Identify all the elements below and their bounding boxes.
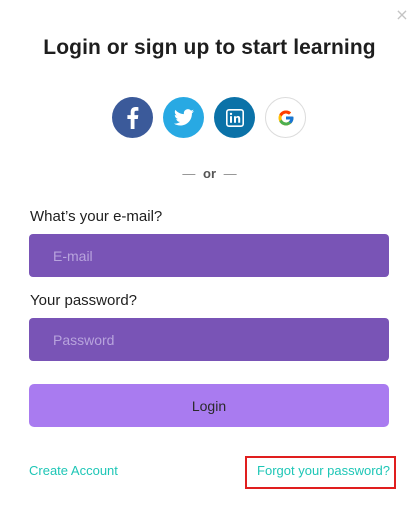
password-label: Your password?	[30, 292, 138, 309]
google-icon	[278, 110, 293, 125]
facebook-icon	[127, 106, 139, 129]
or-separator: — or —	[0, 166, 419, 181]
close-button[interactable]: ×	[394, 7, 410, 23]
forgot-password-link[interactable]: Forgot your password?	[257, 463, 390, 478]
login-button[interactable]: Login	[29, 384, 389, 427]
social-login-group	[112, 97, 306, 138]
linkedin-icon	[225, 108, 244, 127]
facebook-login-button[interactable]	[112, 97, 153, 138]
create-account-link[interactable]: Create Account	[29, 463, 118, 478]
dialog-title: Login or sign up to start learning	[43, 36, 376, 59]
google-login-button[interactable]	[265, 97, 306, 138]
email-label: What’s your e-mail?	[30, 208, 163, 225]
twitter-login-button[interactable]	[163, 97, 204, 138]
twitter-icon	[173, 109, 194, 126]
password-field[interactable]	[29, 318, 389, 361]
separator-dash-right: —	[223, 166, 237, 181]
separator-text: or	[203, 166, 216, 181]
separator-dash-left: —	[182, 166, 196, 181]
linkedin-login-button[interactable]	[214, 97, 255, 138]
email-field[interactable]	[29, 234, 389, 277]
